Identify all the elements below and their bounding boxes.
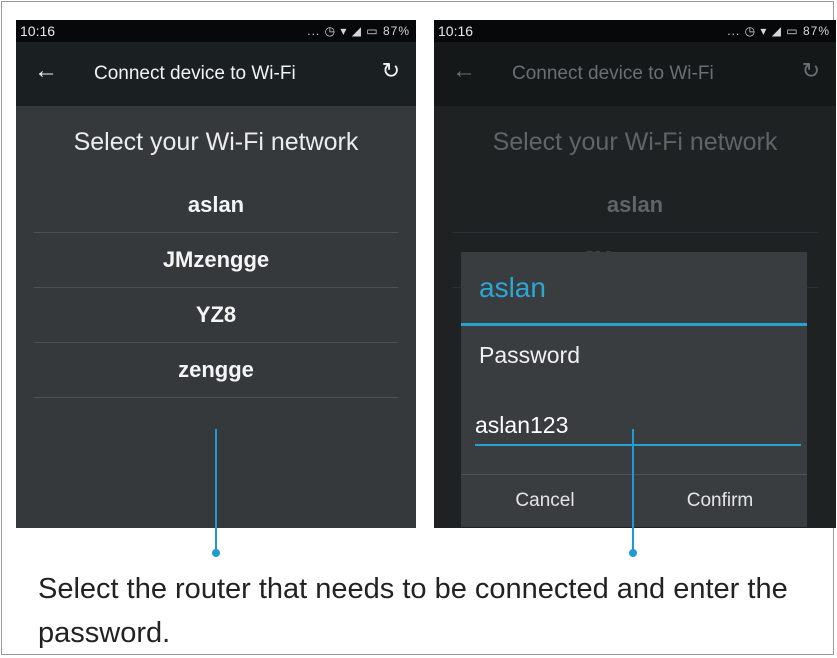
- network-item-zengge[interactable]: zengge: [34, 343, 398, 398]
- app-bar-title: Connect device to Wi-Fi: [512, 63, 714, 84]
- page-heading: Select your Wi-Fi network: [73, 128, 359, 156]
- network-list: aslan JMzengge YZ8 zengge: [34, 178, 398, 398]
- confirm-button[interactable]: Confirm: [633, 475, 807, 527]
- status-icons: ... ◷ ▾ ◢ ▭ 87%: [727, 24, 830, 38]
- status-time: 10:16: [20, 23, 56, 39]
- password-dialog: aslan Password Cancel Confirm: [461, 252, 807, 527]
- app-bar-title: Connect device to Wi-Fi: [94, 63, 296, 84]
- page-heading: Select your Wi-Fi network: [492, 128, 778, 156]
- app-bar: ← Connect device to Wi-Fi ↻: [16, 42, 416, 106]
- right-phone-screen: 10:16 ... ◷ ▾ ◢ ▭ 87% ← Connect device t…: [434, 20, 836, 528]
- dialog-title: aslan: [479, 272, 546, 303]
- refresh-icon[interactable]: ↻: [382, 59, 400, 83]
- status-time: 10:16: [438, 23, 474, 39]
- figure-caption: Select the router that needs to be conne…: [38, 573, 788, 649]
- figure-frame: 10:16 ... ◷ ▾ ◢ ▭ 87% ← Connect device t…: [1, 1, 836, 655]
- dialog-button-bar: Cancel Confirm: [461, 474, 807, 527]
- password-label: Password: [479, 342, 580, 368]
- status-icons: ... ◷ ▾ ◢ ▭ 87%: [307, 24, 410, 38]
- right-callout-line: [632, 429, 634, 551]
- status-bar: 10:16 ... ◷ ▾ ◢ ▭ 87%: [434, 20, 836, 42]
- network-item-aslan[interactable]: aslan: [34, 178, 398, 233]
- password-input[interactable]: [475, 406, 801, 446]
- cancel-button[interactable]: Cancel: [461, 475, 629, 527]
- left-callout-dot: [212, 549, 220, 557]
- network-item-yz8[interactable]: YZ8: [34, 288, 398, 343]
- network-item-jmzengge[interactable]: JMzengge: [34, 233, 398, 288]
- back-arrow-icon: ←: [452, 57, 476, 84]
- status-bar: 10:16 ... ◷ ▾ ◢ ▭ 87%: [16, 20, 416, 42]
- left-callout-line: [215, 429, 217, 551]
- network-item-aslan: aslan: [452, 178, 818, 233]
- back-arrow-icon[interactable]: ←: [34, 59, 58, 83]
- app-bar: ← Connect device to Wi-Fi ↻: [434, 42, 836, 106]
- right-callout-dot: [629, 549, 637, 557]
- refresh-icon: ↻: [801, 58, 820, 83]
- dialog-title-divider: [461, 323, 807, 326]
